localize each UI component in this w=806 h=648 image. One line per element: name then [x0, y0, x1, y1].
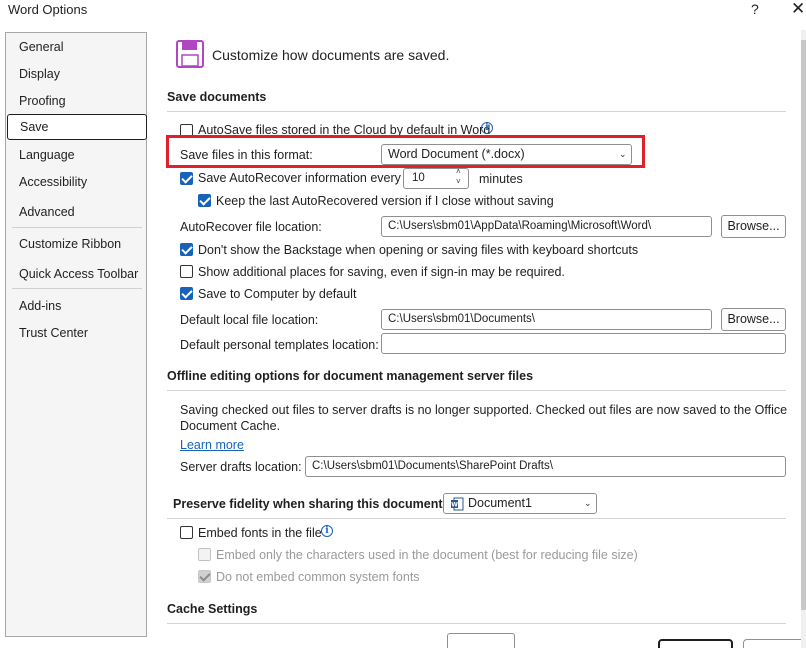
server-drafts-value: C:\Users\sbm01\Documents\SharePoint Draf… [312, 460, 553, 472]
sidebar-item-advanced[interactable]: Advanced [6, 199, 146, 225]
close-button[interactable]: ✕ [791, 0, 805, 19]
additional-places-label: Show additional places for saving, even … [198, 265, 565, 279]
sidebar-item-quick-access-toolbar[interactable]: Quick Access Toolbar [6, 261, 146, 287]
sidebar: General Display Proofing Save Language A… [5, 32, 147, 637]
autorecover-location-value: C:\Users\sbm01\AppData\Roaming\Microsoft… [388, 220, 652, 232]
backstage-checkbox[interactable] [180, 243, 193, 256]
sidebar-item-proofing[interactable]: Proofing [6, 88, 146, 114]
sidebar-item-add-ins[interactable]: Add-ins [6, 293, 146, 319]
keep-last-label: Keep the last AutoRecovered version if I… [216, 194, 554, 208]
sidebar-item-accessibility[interactable]: Accessibility [6, 169, 146, 195]
section-divider [167, 623, 786, 624]
document-dropdown[interactable]: Document1 [443, 493, 597, 514]
sidebar-item-display[interactable]: Display [6, 61, 146, 87]
sidebar-item-general[interactable]: General [6, 34, 146, 60]
autorecover-label: Save AutoRecover information every [198, 171, 401, 185]
templates-location-field[interactable] [381, 333, 786, 354]
window-title: Word Options [8, 2, 88, 17]
learn-more-link-text[interactable]: Learn more [180, 438, 244, 452]
document-dropdown-value: Document1 [468, 496, 532, 510]
no-common-fonts-label: Do not embed common system fonts [216, 570, 420, 584]
autorecover-minutes-value: 10 [412, 172, 425, 184]
autorecover-location-label: AutoRecover file location: [180, 220, 322, 234]
sidebar-divider [12, 288, 142, 289]
scrollbar-thumb[interactable] [801, 40, 806, 610]
section-divider [167, 518, 786, 519]
autorecover-checkbox[interactable] [180, 172, 193, 185]
default-local-location-field[interactable]: C:\Users\sbm01\Documents\ [381, 309, 712, 330]
section-heading-fidelity: Preserve fidelity when sharing this docu… [173, 497, 447, 511]
minutes-label: minutes [479, 172, 523, 186]
save-floppy-icon [176, 40, 204, 68]
sidebar-item-save[interactable]: Save [7, 114, 147, 140]
info-icon: i [321, 525, 333, 537]
embed-fonts-label: Embed fonts in the file [198, 526, 322, 540]
embed-fonts-checkbox[interactable] [180, 526, 193, 539]
ok-button[interactable] [658, 639, 733, 648]
svg-text:W: W [451, 502, 458, 509]
embed-only-checkbox[interactable] [198, 548, 211, 561]
section-divider [167, 390, 786, 391]
cache-setting-field[interactable] [447, 633, 515, 648]
cancel-button[interactable] [743, 639, 806, 648]
sidebar-divider [12, 227, 142, 228]
learn-more-link[interactable]: Learn more [180, 438, 244, 452]
spinner-up-icon[interactable]: ˄ [456, 167, 461, 176]
save-to-computer-label: Save to Computer by default [198, 287, 357, 301]
keep-last-checkbox[interactable] [198, 194, 211, 207]
server-drafts-field[interactable]: C:\Users\sbm01\Documents\SharePoint Draf… [305, 456, 786, 477]
browse-local-button[interactable]: Browse... [721, 308, 786, 331]
section-heading-offline-editing: Offline editing options for document man… [167, 369, 534, 383]
templates-location-label: Default personal templates location: [180, 338, 379, 352]
default-local-location-label: Default local file location: [180, 313, 319, 327]
section-heading-save-documents: Save documents [167, 90, 267, 104]
embed-only-label: Embed only the characters used in the do… [216, 548, 638, 562]
section-divider [167, 111, 786, 112]
sidebar-item-language[interactable]: Language [6, 142, 146, 168]
autorecover-location-field[interactable]: C:\Users\sbm01\AppData\Roaming\Microsoft… [381, 216, 712, 237]
default-local-location-value: C:\Users\sbm01\Documents\ [388, 313, 535, 325]
section-heading-cache: Cache Settings [167, 602, 258, 616]
chevron-down-icon: ⌄ [584, 498, 592, 508]
no-common-fonts-checkbox[interactable] [198, 570, 211, 583]
offline-notice-line2: Document Cache. [180, 419, 281, 433]
save-to-computer-checkbox[interactable] [180, 287, 193, 300]
highlight-box [166, 135, 645, 168]
offline-notice-line1: Saving checked out files to server draft… [180, 403, 788, 417]
sidebar-item-customize-ribbon[interactable]: Customize Ribbon [6, 231, 146, 257]
page-title: Customize how documents are saved. [212, 47, 450, 63]
spinner-down-icon[interactable]: ˅ [456, 177, 461, 186]
additional-places-checkbox[interactable] [180, 265, 193, 278]
backstage-label: Don't show the Backstage when opening or… [198, 243, 639, 257]
word-document-icon: W [451, 497, 464, 511]
sidebar-item-trust-center[interactable]: Trust Center [6, 320, 146, 346]
server-drafts-label: Server drafts location: [180, 460, 302, 474]
browse-autorecover-button[interactable]: Browse... [721, 215, 786, 238]
info-icon: i [481, 122, 493, 134]
help-button[interactable]: ? [751, 1, 759, 17]
